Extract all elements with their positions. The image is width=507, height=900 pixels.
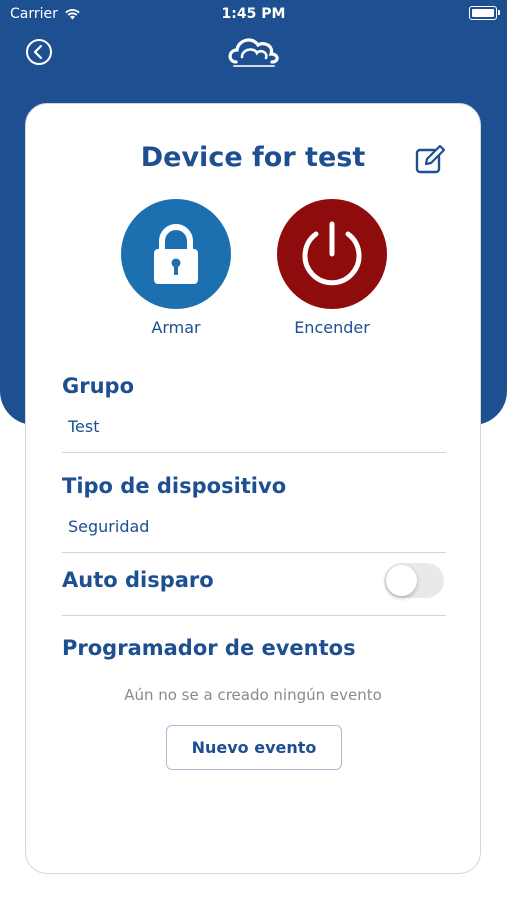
- empty-events-message: Aún no se a creado ningún evento: [124, 686, 382, 704]
- status-bar: Carrier 1:45 PM: [0, 0, 507, 28]
- group-label: Grupo: [62, 374, 135, 398]
- device-type-label: Tipo de dispositivo: [62, 474, 287, 498]
- battery-icon: [469, 6, 500, 20]
- status-time: 1:45 PM: [221, 6, 286, 22]
- group-value: Test: [68, 417, 100, 436]
- event-scheduler-label: Programador de eventos: [62, 636, 356, 660]
- lock-icon: [154, 224, 198, 284]
- auto-trigger-toggle[interactable]: [384, 563, 444, 598]
- divider: [62, 452, 446, 453]
- power-icon: [302, 221, 362, 286]
- auto-trigger-label: Auto disparo: [62, 568, 214, 592]
- device-title: Device for test: [140, 142, 366, 173]
- cloud-logo-icon: [228, 38, 279, 67]
- divider: [62, 615, 446, 616]
- arm-action: Armar: [111, 199, 241, 337]
- back-button[interactable]: [25, 38, 53, 66]
- power-label: Encender: [294, 318, 370, 337]
- power-button[interactable]: [277, 199, 387, 309]
- divider: [62, 552, 446, 553]
- arm-button[interactable]: [121, 199, 231, 309]
- edit-icon[interactable]: [414, 144, 446, 176]
- device-card: Device for test Armar Encender Grupo Tes…: [25, 103, 481, 874]
- power-action: Encender: [267, 199, 397, 337]
- new-event-button[interactable]: Nuevo evento: [166, 725, 342, 770]
- arm-label: Armar: [151, 318, 201, 337]
- device-type-value: Seguridad: [68, 517, 150, 536]
- toggle-knob: [386, 565, 417, 596]
